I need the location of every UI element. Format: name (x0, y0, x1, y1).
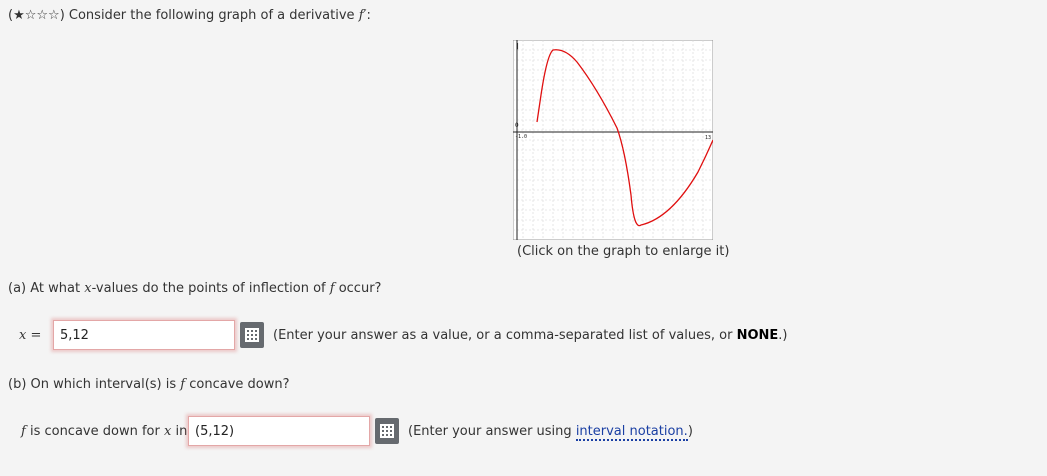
part-a-question-mid: -values do the points of inflection of (91, 281, 326, 296)
inflection-points-input[interactable] (53, 320, 235, 350)
keyboard-icon (380, 424, 394, 438)
part-a-var-x: x (84, 281, 92, 296)
interval-notation-link[interactable]: interval notation. (575, 424, 688, 441)
keyboard-icon (245, 328, 259, 342)
header-colon: : (366, 8, 371, 23)
part-b-hint: (Enter your answer using interval notati… (408, 424, 693, 441)
part-b-var-f: f (180, 377, 186, 392)
part-a-hint-post: .) (778, 328, 788, 343)
y-origin-label: 0 (515, 122, 519, 129)
question-header: (★☆☆☆) Consider the following graph of a… (8, 8, 371, 23)
y-top-tick: | (516, 43, 520, 50)
none-keyword: NONE (736, 328, 779, 343)
difficulty-stars: (★☆☆☆) (8, 8, 65, 23)
part-b-label-in: in (175, 424, 188, 439)
part-a-var-f: f (329, 281, 335, 296)
question-prompt: Consider the following graph of a deriva… (68, 8, 355, 23)
part-b-label-x: x (163, 424, 172, 439)
math-keyboard-button-a[interactable] (240, 322, 264, 348)
part-b-question: (b) On which interval(s) is f concave do… (8, 377, 290, 392)
part-b-question-post: concave down? (189, 377, 290, 392)
x-max-label: 13 (705, 135, 711, 141)
part-b-question-pre: (b) On which interval(s) is (8, 377, 177, 392)
part-a-label-x: x (19, 328, 27, 343)
part-b-input-label: f is concave down for x in (21, 424, 187, 439)
part-b-label-f: f (21, 424, 26, 439)
part-a-question: (a) At what x-values do the points of in… (8, 281, 381, 296)
part-a-question-post: occur? (338, 281, 382, 296)
graph-svg[interactable]: | 0 -1.0 13 (512, 39, 714, 241)
concave-down-interval-input[interactable] (188, 416, 370, 446)
part-a-input-label: x = (19, 328, 41, 343)
part-a-hint-pre: (Enter your answer as a value, or a comm… (273, 328, 733, 343)
derivative-graph[interactable]: | 0 -1.0 13 (512, 39, 714, 244)
part-b-label-mid: is concave down for (29, 424, 160, 439)
part-a-label-equals: = (30, 328, 42, 343)
part-b-hint-pre: (Enter your answer using (408, 424, 572, 439)
math-keyboard-button-b[interactable] (375, 418, 399, 444)
graph-caption: (Click on the graph to enlarge it) (517, 244, 730, 259)
part-a-question-pre: (a) At what (8, 281, 81, 296)
graph-grid (513, 40, 713, 240)
part-b-hint-post: ) (687, 424, 693, 439)
part-a-hint: (Enter your answer as a value, or a comm… (273, 328, 787, 343)
x-min-label: -1.0 (515, 134, 527, 140)
